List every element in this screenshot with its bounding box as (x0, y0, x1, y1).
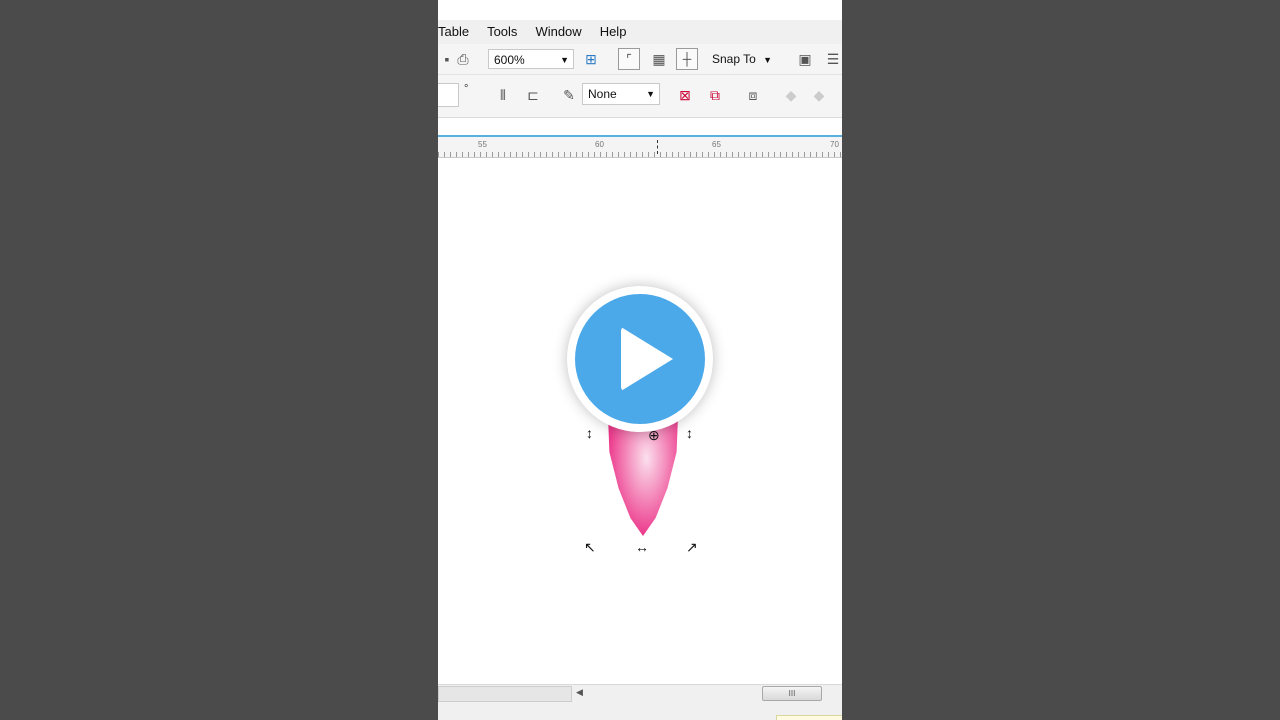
ruler-label: 70 (830, 140, 839, 149)
wrap-text-icon[interactable]: ⧈ (744, 86, 762, 104)
chevron-down-icon: ▼ (646, 89, 655, 99)
status-bar (438, 703, 842, 720)
ruler-cursor-marker (657, 140, 659, 154)
outline-pen-icon: ✎ (563, 87, 575, 103)
menu-tools[interactable]: Tools (478, 20, 526, 44)
standard-toolbar: ▪ ⎙ 600% ▼ ⊞ ⌜ ▦ ┼ Snap To ▼ ▣ ☰ (438, 44, 842, 75)
snap-to-label: Snap To (712, 52, 756, 66)
zoom-level-value: 600% (494, 53, 525, 67)
snap-to-dropdown[interactable]: Snap To ▼ (712, 49, 784, 69)
export-icon[interactable]: ⎙ (454, 50, 472, 68)
mirror-horizontal-icon[interactable]: ⫴ (494, 86, 512, 104)
outline-width-select[interactable]: None ▼ (582, 83, 660, 105)
property-bar: ° ⫴ ⊏ ✎ None ▼ ⊠ ⧉ ⧈ ◆ ◆ (438, 75, 842, 118)
menu-help[interactable]: Help (591, 20, 636, 44)
degree-symbol: ° (464, 83, 469, 95)
skew-handle-right-icon[interactable]: ↕ (686, 426, 693, 440)
skew-handle-left-icon[interactable]: ↕ (586, 426, 593, 440)
rotation-angle-field[interactable] (438, 83, 459, 107)
drawing-canvas[interactable]: ↕ ↕ ⊕ ↖ ↔ ↗ (438, 158, 842, 684)
menu-window[interactable]: Window (526, 20, 590, 44)
title-strip (438, 0, 842, 20)
pink-petal-shape[interactable] (608, 416, 678, 536)
ruler-ticks (438, 152, 842, 157)
zoom-level-select[interactable]: 600% ▼ (488, 49, 574, 69)
options-icon[interactable]: ☰ (824, 50, 842, 68)
chevron-down-icon: ▼ (763, 55, 773, 65)
ruler-label: 55 (478, 140, 487, 149)
chevron-down-icon: ▼ (560, 55, 569, 65)
menu-table[interactable]: Table (438, 20, 478, 44)
page-tab-area[interactable] (438, 686, 572, 702)
show-grid-icon[interactable]: ▦ (650, 50, 668, 68)
skew-handle-bottom-icon[interactable]: ↔ (635, 540, 649, 554)
show-guidelines-button[interactable]: ┼ (676, 48, 698, 70)
to-front-icon[interactable]: ◆ (782, 86, 800, 104)
play-button-circle (575, 294, 705, 424)
rotate-handle-bottom-right-icon[interactable]: ↗ (686, 540, 698, 554)
ruler-label: 60 (595, 140, 604, 149)
app-window: Table Tools Window Help ▪ ⎙ 600% ▼ ⊞ ⌜ ▦… (438, 0, 842, 720)
break-apart-icon[interactable]: ⧉ (706, 86, 724, 104)
show-rulers-button[interactable]: ⌜ (618, 48, 640, 70)
welcome-screen-icon[interactable]: ▣ (796, 50, 814, 68)
zoom-to-fit-icon[interactable]: ⊞ (582, 50, 600, 68)
video-play-button[interactable] (567, 286, 713, 432)
ruler-label: 65 (712, 140, 721, 149)
mirror-vertical-icon[interactable]: ⊏ (524, 86, 542, 104)
scroll-left-icon[interactable]: ◀ (576, 687, 583, 698)
status-indicator (776, 715, 842, 720)
menu-bar: Table Tools Window Help (438, 20, 842, 44)
outline-width-value: None (588, 87, 617, 101)
play-icon (621, 327, 673, 391)
to-back-icon[interactable]: ◆ (810, 86, 828, 104)
rotate-handle-bottom-left-icon[interactable]: ↖ (584, 540, 596, 554)
horizontal-scrollbar: ◀ III (438, 684, 842, 703)
horizontal-ruler[interactable]: 55 60 65 70 (438, 137, 842, 158)
scrollbar-grip: III (788, 689, 796, 698)
convert-to-curves-icon[interactable]: ⊠ (676, 86, 694, 104)
scrollbar-thumb[interactable]: III (762, 686, 822, 701)
